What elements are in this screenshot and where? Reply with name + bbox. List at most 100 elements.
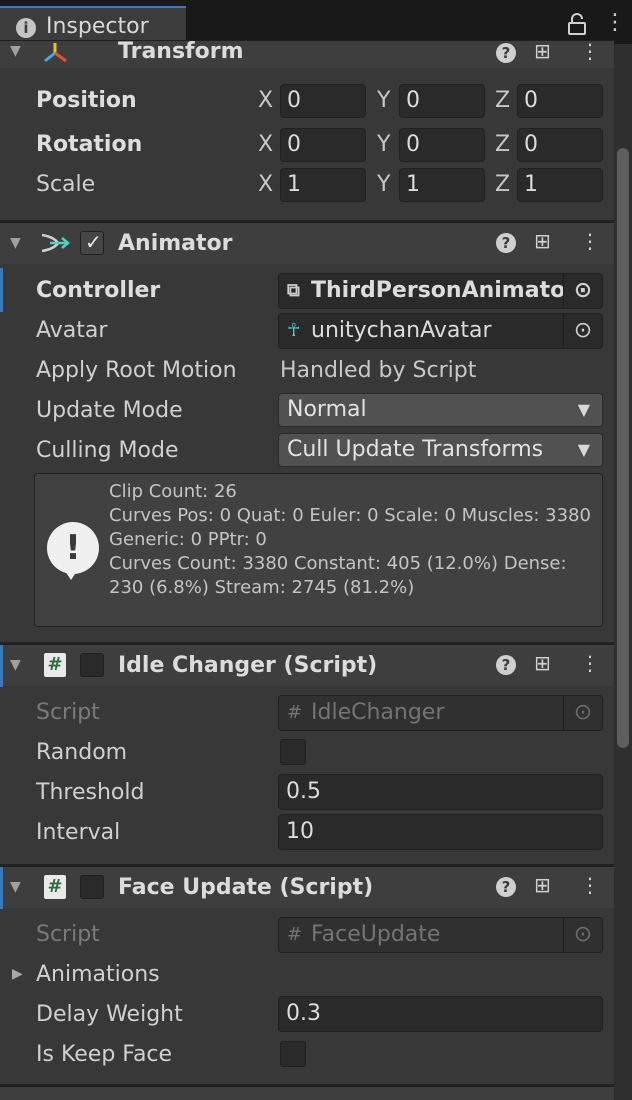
selected-component-accent (0, 867, 3, 909)
idle-changer-header[interactable]: ▼ # Idle Changer (Script) ? ⊞ ⋮ (0, 644, 614, 687)
face-update-script-field: # FaceUpdate ⊙ (278, 917, 603, 953)
random-label: Random (36, 740, 128, 765)
checkmark-icon: ✓ (85, 230, 102, 254)
rotation-z-field[interactable]: 0 (517, 128, 603, 162)
script-icon: # (44, 653, 66, 677)
avatar-field[interactable]: ☥ unitychanAvatar ⊙ (278, 313, 603, 349)
random-checkbox[interactable] (280, 739, 306, 765)
selected-component-accent (0, 645, 3, 687)
script-label: Script (36, 922, 100, 947)
animator-enabled-checkbox[interactable]: ✓ (80, 230, 104, 255)
foldout-arrow-icon[interactable]: ▼ (10, 657, 21, 673)
axis-x-label[interactable]: X (258, 172, 273, 197)
position-label: Position (36, 88, 137, 113)
axis-x-label[interactable]: X (258, 132, 273, 157)
scrollbar-thumb[interactable] (617, 148, 629, 748)
foldout-arrow-icon[interactable]: ▼ (10, 879, 21, 895)
update-mode-dropdown[interactable]: Normal ▼ (278, 393, 603, 427)
kebab-menu-icon[interactable]: ⋮ (580, 651, 600, 675)
position-x-field[interactable]: 0 (280, 84, 366, 118)
animator-icon (41, 233, 70, 253)
info-icon: i (16, 18, 36, 38)
culling-mode-dropdown[interactable]: Cull Update Transforms ▼ (278, 433, 603, 467)
update-mode-value: Normal (287, 397, 367, 422)
apply-root-motion-value: Handled by Script (280, 358, 477, 383)
script-label: Script (36, 700, 100, 725)
rotation-y-field[interactable]: 0 (399, 128, 485, 162)
scale-z-field[interactable]: 1 (517, 168, 603, 202)
animations-label[interactable]: Animations (36, 962, 160, 987)
idle-changer-title: Idle Changer (Script) (118, 653, 378, 678)
info-line: Curves Count: 3380 Constant: 405 (12.0%)… (109, 553, 567, 598)
transform-header[interactable]: ▼ Transform ? ⊞ ⋮ (0, 39, 614, 68)
object-picker-icon[interactable]: ⊙ (563, 314, 602, 348)
kebab-menu-icon[interactable]: ⋮ (604, 10, 626, 35)
apply-root-motion-label: Apply Root Motion (36, 358, 237, 383)
script-icon: # (287, 924, 303, 945)
position-z-field[interactable]: 0 (517, 84, 603, 118)
face-update-header[interactable]: ▼ # Face Update (Script) ? ⊞ ⋮ (0, 866, 614, 909)
culling-mode-value: Cull Update Transforms (287, 437, 544, 462)
kebab-menu-icon[interactable]: ⋮ (580, 39, 600, 63)
transform-icon (44, 43, 67, 63)
threshold-label: Threshold (36, 780, 145, 805)
info-line: Curves Pos: 0 Quat: 0 Euler: 0 Scale: 0 … (109, 505, 591, 550)
help-icon[interactable]: ? (496, 233, 516, 253)
is-keep-face-checkbox[interactable] (280, 1041, 306, 1067)
avatar-label: Avatar (36, 318, 108, 343)
info-text: Clip Count: 26 Curves Pos: 0 Quat: 0 Eul… (109, 480, 599, 600)
foldout-right-arrow-icon[interactable]: ▶ (12, 966, 23, 982)
help-icon[interactable]: ? (496, 655, 516, 675)
interval-label: Interval (36, 820, 121, 845)
selected-field-accent (0, 268, 3, 312)
face-update-enabled-checkbox[interactable] (80, 875, 104, 899)
object-picker-icon: ⊙ (563, 696, 602, 730)
axis-z-label[interactable]: Z (495, 88, 510, 113)
kebab-menu-icon[interactable]: ⋮ (580, 873, 600, 897)
scale-y-field[interactable]: 1 (399, 168, 485, 202)
foldout-arrow-icon[interactable]: ▼ (10, 235, 21, 251)
scale-label: Scale (36, 172, 96, 197)
axis-x-label[interactable]: X (258, 88, 273, 113)
info-icon-tail (63, 568, 79, 580)
delay-weight-label: Delay Weight (36, 1002, 183, 1027)
interval-field[interactable]: 10 (278, 814, 603, 850)
preset-icon[interactable]: ⊞ (534, 39, 551, 63)
avatar-icon: ☥ (287, 320, 301, 341)
controller-field[interactable]: ⧉ ThirdPersonAnimatorC ⊙ (278, 273, 603, 309)
script-value: IdleChanger (311, 700, 445, 725)
object-picker-icon[interactable]: ⊙ (563, 274, 602, 308)
position-y-field[interactable]: 0 (399, 84, 485, 118)
next-component-header[interactable] (0, 1086, 614, 1100)
kebab-menu-icon[interactable]: ⋮ (580, 229, 600, 253)
foldout-arrow-icon[interactable]: ▼ (10, 43, 21, 59)
object-picker-icon: ⊙ (563, 918, 602, 952)
help-icon[interactable]: ? (496, 43, 516, 63)
lock-icon[interactable] (566, 12, 588, 36)
transform-title: Transform (118, 39, 244, 64)
animator-controller-icon: ⧉ (287, 280, 300, 301)
help-icon[interactable]: ? (496, 877, 516, 897)
preset-icon[interactable]: ⊞ (534, 229, 551, 253)
axis-y-label[interactable]: Y (377, 172, 390, 197)
preset-icon[interactable]: ⊞ (534, 651, 551, 675)
axis-z-label[interactable]: Z (495, 172, 510, 197)
culling-mode-label: Culling Mode (36, 438, 179, 463)
scale-x-field[interactable]: 1 (280, 168, 366, 202)
avatar-value: unitychanAvatar (311, 318, 492, 343)
idle-changer-enabled-checkbox[interactable] (80, 653, 104, 677)
animator-header[interactable]: ▼ ✓ Animator ? ⊞ ⋮ (0, 222, 614, 264)
threshold-field[interactable]: 0.5 (278, 774, 603, 810)
info-warning-icon: ! (47, 522, 99, 574)
axis-z-label[interactable]: Z (495, 132, 510, 157)
dropdown-arrow-icon: ▼ (577, 400, 590, 419)
rotation-x-field[interactable]: 0 (280, 128, 366, 162)
axis-y-label[interactable]: Y (377, 88, 390, 113)
face-update-title: Face Update (Script) (118, 875, 374, 900)
script-value: FaceUpdate (311, 922, 441, 947)
axis-y-label[interactable]: Y (377, 132, 390, 157)
script-icon: # (44, 875, 66, 899)
is-keep-face-label: Is Keep Face (36, 1042, 173, 1067)
delay-weight-field[interactable]: 0.3 (278, 996, 603, 1032)
preset-icon[interactable]: ⊞ (534, 873, 551, 897)
